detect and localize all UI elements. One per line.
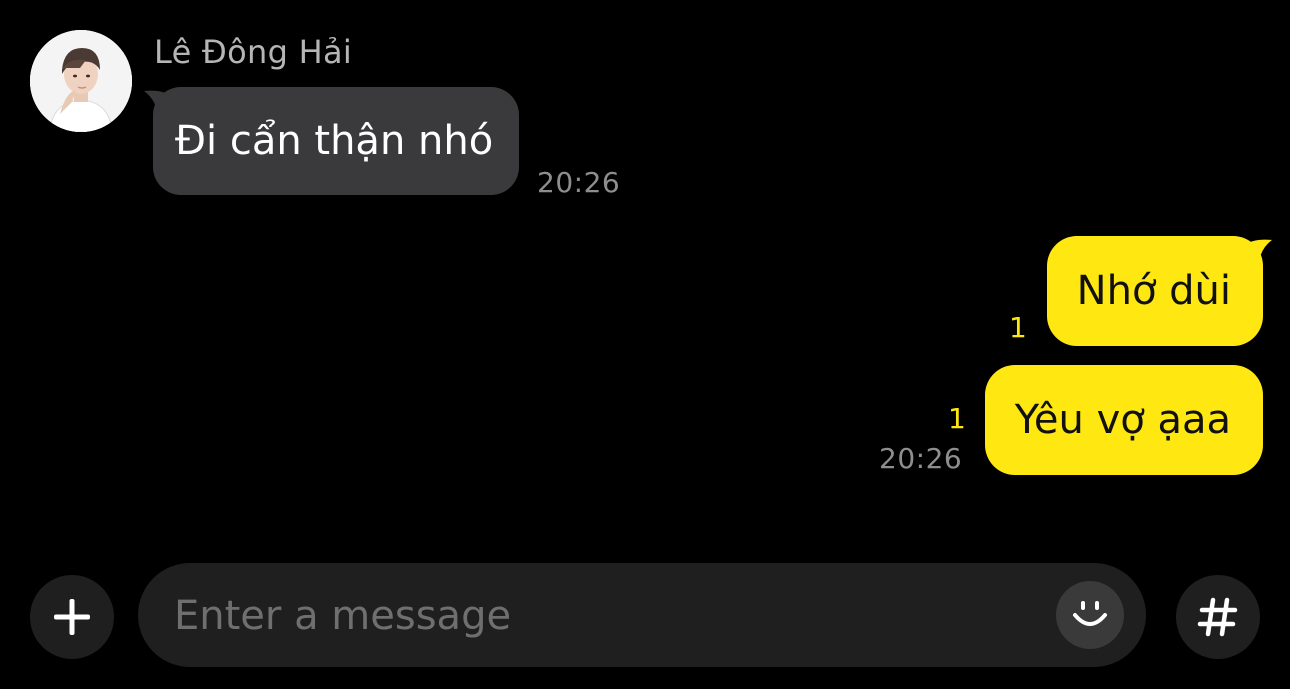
unread-count: 1	[1009, 311, 1027, 344]
sender-avatar[interactable]	[30, 30, 132, 132]
message-input[interactable]	[172, 563, 1036, 669]
add-attachment-button[interactable]	[30, 575, 114, 659]
hashtag-icon	[1197, 597, 1238, 637]
emoji-button[interactable]	[1056, 581, 1124, 649]
unread-count: 1	[948, 402, 966, 435]
person-avatar-icon	[30, 30, 132, 132]
smiley-icon	[1073, 601, 1107, 626]
incoming-message-bubble[interactable]: Đi cẩn thận nhó	[153, 87, 520, 195]
outgoing-message-bubble[interactable]: Nhớ dùi	[1046, 236, 1263, 346]
outgoing-message-bubble[interactable]: Yêu vợ ạaa	[984, 365, 1263, 475]
message-input-container	[138, 563, 1146, 669]
incoming-message-time: 20:26	[537, 166, 621, 199]
sender-name: Lê Đông Hải	[154, 33, 353, 71]
plus-icon	[54, 599, 90, 635]
chat-screen: Lê Đông Hải Đi cẩn thận nhó 20:26 Nhớ dù…	[0, 0, 1290, 689]
hashtag-search-button[interactable]	[1176, 575, 1260, 659]
outgoing-message-time: 20:26	[879, 442, 963, 475]
